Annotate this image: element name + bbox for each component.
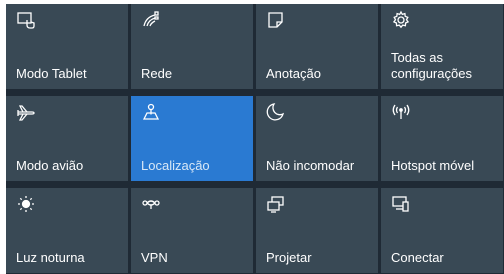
tile-label: Localização xyxy=(141,158,210,173)
vpn-icon xyxy=(141,194,161,214)
location-tile[interactable]: Localização xyxy=(131,96,253,181)
airplane-mode-tile[interactable]: Modo avião xyxy=(6,96,128,181)
tile-label: Anotação xyxy=(266,66,321,81)
connect-tile[interactable]: Conectar xyxy=(381,188,503,273)
tile-label: Modo avião xyxy=(16,158,84,173)
tile-label: VPN xyxy=(141,250,168,265)
tablet-mode-icon xyxy=(16,10,36,30)
mobile-hotspot-tile[interactable]: Hotspot móvel xyxy=(381,96,503,181)
tile-label: Luz noturna xyxy=(16,250,85,265)
quick-actions-panel: Modo Tablet Rede Anotação Todas as confi… xyxy=(6,4,504,274)
tablet-mode-tile[interactable]: Modo Tablet xyxy=(6,4,128,89)
moon-icon xyxy=(266,102,286,122)
tile-label: Hotspot móvel xyxy=(391,158,475,173)
airplane-icon xyxy=(16,102,36,122)
night-light-tile[interactable]: Luz noturna xyxy=(6,188,128,273)
all-settings-tile[interactable]: Todas as configurações xyxy=(381,4,503,89)
tile-label: Modo Tablet xyxy=(16,66,87,81)
tile-label: Projetar xyxy=(266,250,312,265)
tile-label: Todas as configurações xyxy=(391,50,472,81)
hotspot-icon xyxy=(391,102,411,122)
network-icon xyxy=(141,10,161,30)
night-light-icon xyxy=(16,194,36,214)
project-tile[interactable]: Projetar xyxy=(256,188,378,273)
vpn-tile[interactable]: VPN xyxy=(131,188,253,273)
tile-label: Conectar xyxy=(391,250,444,265)
connect-icon xyxy=(391,194,411,214)
do-not-disturb-tile[interactable]: Não incomodar xyxy=(256,96,378,181)
project-icon xyxy=(266,194,286,214)
gear-icon xyxy=(391,10,411,30)
note-icon xyxy=(266,10,286,30)
tile-label: Não incomodar xyxy=(266,158,355,173)
location-icon xyxy=(141,102,161,122)
network-tile[interactable]: Rede xyxy=(131,4,253,89)
note-tile[interactable]: Anotação xyxy=(256,4,378,89)
tile-label: Rede xyxy=(141,66,173,81)
